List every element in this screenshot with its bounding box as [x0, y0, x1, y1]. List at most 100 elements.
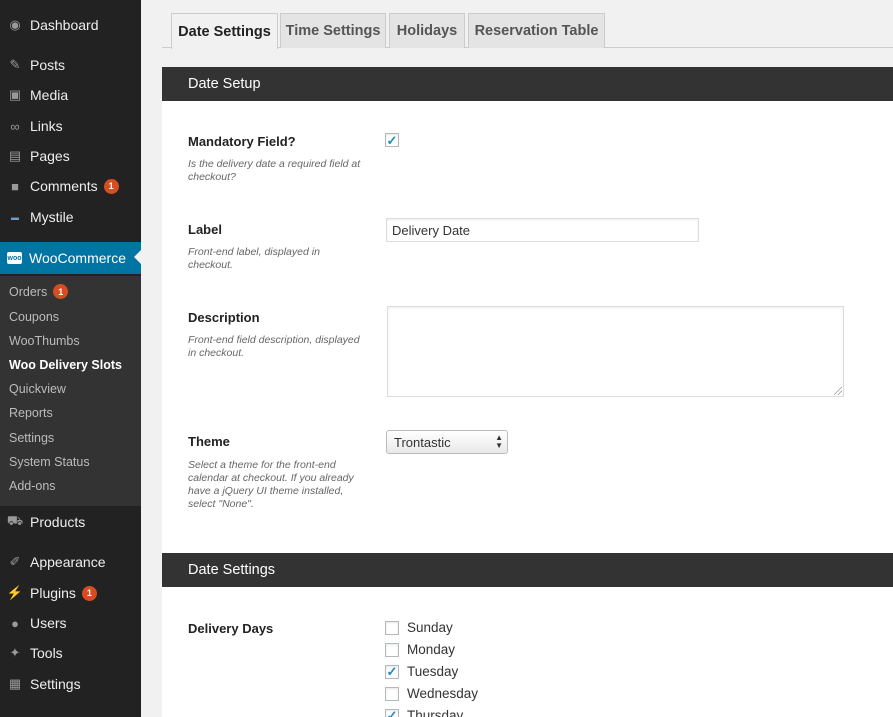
day-option-tuesday[interactable]: ✓ Tuesday	[385, 664, 458, 679]
checkmark-icon: ✓	[386, 664, 398, 679]
tab-date-settings[interactable]: Date Settings	[171, 13, 278, 49]
menu-item-pages[interactable]: ▤ Pages	[0, 141, 141, 171]
submenu-label: Settings	[9, 431, 55, 445]
menu-item-posts[interactable]: ✎ Posts	[0, 50, 141, 80]
menu-item-media[interactable]: ▣ Media	[0, 80, 141, 110]
mandatory-checkbox[interactable]: ✓	[385, 133, 399, 147]
description-textarea[interactable]	[387, 306, 844, 397]
theme-field-label: Theme	[188, 434, 230, 449]
monday-checkbox[interactable]	[385, 642, 399, 657]
menu-label: Media	[30, 87, 69, 103]
select-arrows-icon: ▲ ▼	[495, 433, 503, 450]
menu-item-plugins[interactable]: ⚡ Plugins 1	[0, 578, 141, 608]
menu-label: Appearance	[30, 554, 106, 570]
pages-icon: ▤	[8, 148, 22, 163]
checkmark-icon: ✓	[386, 708, 398, 717]
menu-label: Posts	[30, 57, 66, 73]
menu-label: Users	[30, 615, 67, 631]
menu-item-settings[interactable]: ▦ Settings	[0, 669, 141, 699]
user-icon: ●	[11, 615, 19, 631]
menu-item-links[interactable]: ∞ Links	[0, 111, 141, 141]
day-label: Wednesday	[407, 686, 479, 701]
day-option-sunday[interactable]: Sunday	[385, 620, 453, 635]
theme-icon: ▬	[11, 212, 19, 222]
sunday-checkbox[interactable]	[385, 620, 399, 635]
menu-label: Comments	[30, 178, 98, 194]
menu-label: Dashboard	[30, 17, 99, 33]
section-header-date-setup: Date Setup	[162, 67, 893, 101]
label-field-label: Label	[188, 222, 222, 237]
submenu-settings[interactable]: Settings	[9, 431, 54, 445]
day-label: Tuesday	[407, 664, 459, 679]
menu-label: Products	[30, 514, 86, 530]
menu-label: Tools	[30, 645, 63, 661]
day-label: Thursday	[407, 708, 464, 717]
mandatory-field-desc: Is the delivery date a required field at…	[188, 158, 361, 183]
woo-icon: woo	[7, 252, 22, 264]
plugin-icon: ⚡	[6, 585, 24, 600]
description-field-desc: Front-end field description, displayed i…	[188, 334, 360, 359]
submenu-label: Reports	[9, 406, 53, 420]
submenu-label: System Status	[9, 455, 90, 469]
dashboard-icon: ◉	[9, 17, 21, 32]
orders-badge: 1	[53, 284, 69, 299]
menu-label: Pages	[30, 148, 70, 164]
plugins-badge: 1	[81, 585, 97, 601]
menu-label: Settings	[30, 676, 81, 692]
submenu-coupons[interactable]: Coupons	[9, 310, 59, 324]
resize-grip-icon[interactable]	[834, 387, 842, 395]
menu-item-mystile[interactable]: ▬ Mystile	[0, 202, 141, 232]
label-input[interactable]	[386, 218, 699, 242]
thursday-checkbox[interactable]: ✓	[385, 708, 399, 717]
media-icon: ▣	[8, 87, 22, 102]
tab-reservation-table[interactable]: Reservation Table	[468, 13, 605, 48]
submenu-woothumbs[interactable]: WooThumbs	[9, 334, 80, 348]
wrench-icon: ✦	[9, 645, 21, 660]
link-icon: ∞	[10, 118, 20, 134]
cart-icon: ⛟	[6, 513, 24, 528]
section-header-date-settings: Date Settings	[162, 553, 893, 587]
submenu-reports[interactable]: Reports	[9, 406, 53, 420]
submenu-quickview[interactable]: Quickview	[9, 382, 66, 396]
comment-icon: ■	[11, 178, 19, 194]
theme-select-value: Trontastic	[394, 434, 451, 450]
menu-label: Plugins	[30, 585, 76, 601]
theme-field-desc: Select a theme for the front-end calenda…	[188, 459, 354, 510]
day-option-thursday[interactable]: ✓ Thursday	[385, 708, 463, 717]
label-field-desc: Front-end label, displayed in checkout.	[188, 246, 320, 271]
submenu-label: Add-ons	[9, 479, 56, 493]
delivery-days-label: Delivery Days	[188, 621, 274, 636]
submenu-system-status[interactable]: System Status	[9, 455, 90, 469]
day-option-monday[interactable]: Monday	[385, 642, 455, 657]
tab-holidays[interactable]: Holidays	[389, 13, 465, 48]
submenu-label: Orders	[9, 284, 48, 299]
menu-item-woocommerce[interactable]: woo WooCommerce	[0, 242, 141, 274]
tuesday-checkbox[interactable]: ✓	[385, 664, 399, 679]
day-option-wednesday[interactable]: Wednesday	[385, 686, 478, 701]
menu-item-tools[interactable]: ✦ Tools	[0, 638, 141, 668]
theme-select[interactable]: Trontastic ▲ ▼	[386, 430, 508, 454]
admin-sidebar: ◉ Dashboard ✎ Posts ▣ Media ∞ Links ▤ Pa…	[0, 0, 141, 717]
submenu-woo-delivery-slots[interactable]: Woo Delivery Slots	[9, 358, 122, 372]
submenu-label: Quickview	[9, 382, 66, 396]
menu-item-appearance[interactable]: ✐ Appearance	[0, 547, 141, 577]
submenu-label: Woo Delivery Slots	[9, 358, 122, 372]
submenu-orders[interactable]: Orders 1	[9, 284, 69, 299]
menu-item-products[interactable]: ⛟ Products	[0, 507, 141, 537]
menu-label: Links	[30, 118, 63, 134]
wednesday-checkbox[interactable]	[385, 686, 399, 701]
menu-item-dashboard[interactable]: ◉ Dashboard	[0, 10, 141, 40]
day-label: Monday	[407, 642, 456, 657]
brush-icon: ✐	[9, 554, 21, 569]
comments-badge: 1	[103, 178, 119, 194]
day-label: Sunday	[407, 620, 453, 635]
menu-label: Mystile	[30, 209, 74, 225]
description-field-label: Description	[188, 310, 260, 325]
submenu-label: Coupons	[9, 310, 60, 324]
menu-item-comments[interactable]: ■ Comments 1	[0, 171, 141, 201]
menu-label: WooCommerce	[29, 250, 126, 266]
tab-time-settings[interactable]: Time Settings	[280, 13, 386, 48]
menu-item-users[interactable]: ● Users	[0, 608, 141, 638]
submenu-add-ons[interactable]: Add-ons	[9, 479, 56, 493]
pin-icon: ✎	[9, 57, 21, 72]
